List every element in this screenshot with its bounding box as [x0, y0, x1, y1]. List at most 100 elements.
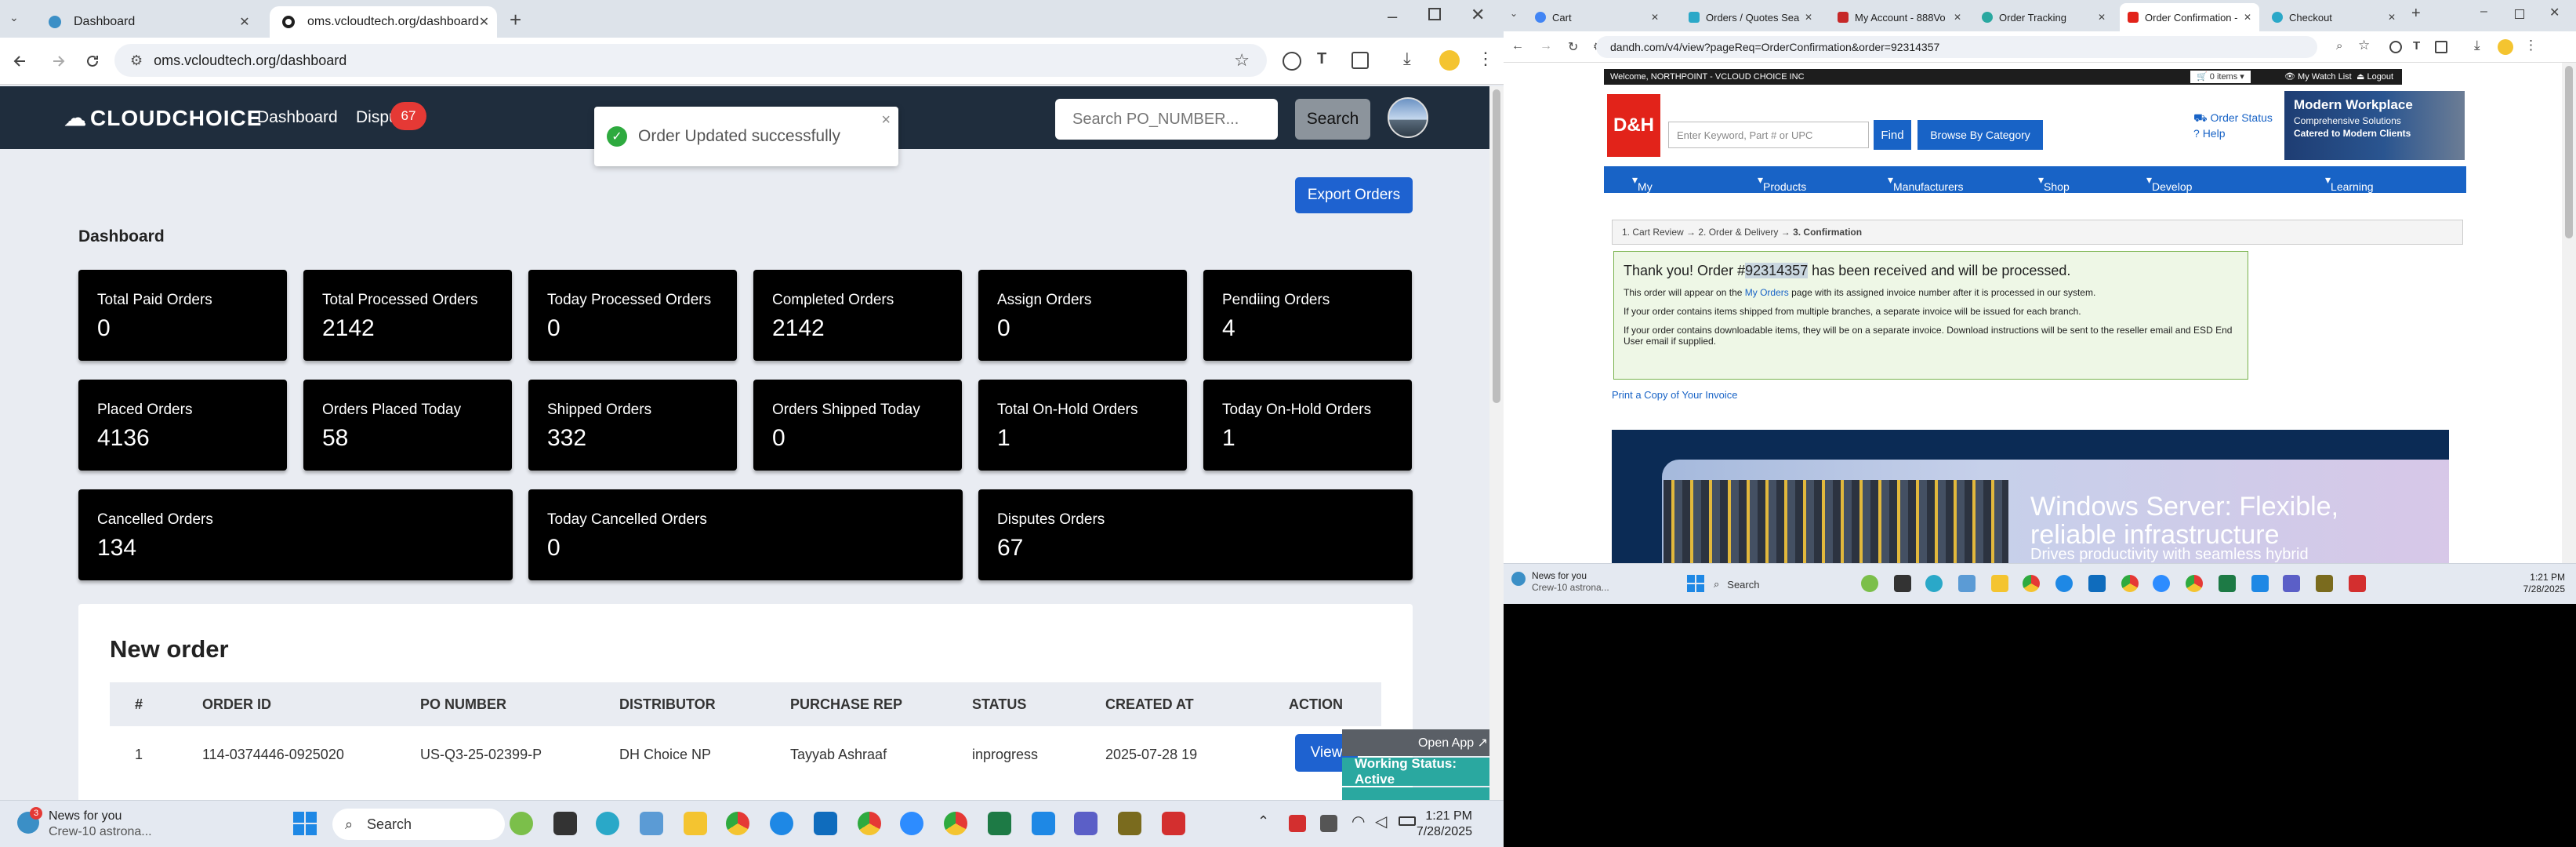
search-button[interactable]: Search: [1295, 99, 1370, 140]
find-button[interactable]: Find: [1874, 120, 1911, 150]
wifi-icon[interactable]: ◠: [1351, 812, 1365, 831]
scrollbar-thumb[interactable]: [1493, 89, 1500, 403]
clock[interactable]: 1:21 PM 7/28/2025: [2523, 572, 2565, 595]
maximize-icon[interactable]: [1428, 8, 1441, 20]
menu-icon[interactable]: ⋮: [1477, 49, 1494, 69]
minimize-icon[interactable]: –: [2480, 5, 2487, 19]
menu-shop-by[interactable]: ▾ Shop By...: [2038, 173, 2070, 205]
puzzle-icon[interactable]: [2435, 41, 2447, 53]
menu-manufacturers[interactable]: ▾ Manufacturers: [1888, 173, 1964, 193]
close-icon[interactable]: ✕: [1954, 12, 1961, 23]
stat-card[interactable]: Shipped Orders 332: [528, 380, 737, 471]
profile-icon[interactable]: [2498, 39, 2513, 55]
acrobat-icon[interactable]: [2349, 575, 2366, 592]
news-widget[interactable]: News for you Crew-10 astrona...: [1511, 570, 1609, 594]
download-icon[interactable]: ⤓: [2474, 38, 2480, 53]
clock[interactable]: 1:21 PM 7/28/2025: [1417, 809, 1472, 840]
chrome-icon[interactable]: [726, 812, 749, 835]
snipping-icon[interactable]: [2251, 575, 2269, 592]
promo-banner[interactable]: Modern Workplace Comprehensive Solutions…: [2284, 91, 2465, 160]
snipping-icon[interactable]: [1032, 812, 1055, 835]
close-icon[interactable]: ✕: [2244, 12, 2251, 23]
close-icon[interactable]: ✕: [2388, 12, 2396, 23]
url-field[interactable]: dandh.com/v4/view?pageReq=OrderConfirmat…: [1596, 36, 2317, 58]
stat-card[interactable]: Placed Orders 4136: [78, 380, 287, 471]
help-link[interactable]: ? Help: [2193, 125, 2273, 141]
windows-start-icon[interactable]: [1687, 575, 1704, 592]
stat-card[interactable]: Orders Shipped Today 0: [753, 380, 962, 471]
edge-icon[interactable]: [2055, 575, 2073, 592]
chrome-profile-icon[interactable]: [2121, 575, 2139, 592]
copilot-icon[interactable]: [1925, 575, 1943, 592]
page-scrollbar[interactable]: [1489, 86, 1504, 808]
forward-icon[interactable]: [47, 50, 69, 72]
folder-icon[interactable]: [1991, 575, 2008, 592]
minimize-icon[interactable]: –: [1388, 6, 1397, 27]
menu-develop[interactable]: ▾ Develop Your Business: [2146, 173, 2197, 218]
page-scrollbar[interactable]: [2562, 63, 2576, 565]
scrollbar-thumb[interactable]: [2565, 66, 2573, 238]
tab-dashboard-active[interactable]: oms.vcloudtech.org/dashboard ✕: [270, 6, 497, 38]
zoom-icon[interactable]: ⌕: [2336, 39, 2342, 53]
stat-card[interactable]: Completed Orders 2142: [753, 270, 962, 361]
plant-icon[interactable]: [1861, 575, 1878, 592]
app-icon[interactable]: [2316, 575, 2333, 592]
order-status-link[interactable]: ⛟ Order Status: [2193, 110, 2273, 125]
stat-card[interactable]: Pendiing Orders 4: [1203, 270, 1412, 361]
stat-card[interactable]: Today Processed Orders 0: [528, 270, 737, 361]
stat-card[interactable]: Today Cancelled Orders 0: [528, 489, 963, 580]
export-orders-button[interactable]: Export Orders: [1295, 177, 1413, 213]
po-search-input[interactable]: [1055, 99, 1278, 140]
tab-dashboard[interactable]: Dashboard ✕: [36, 6, 263, 38]
dh-logo[interactable]: D&H: [1607, 94, 1660, 157]
cart-link[interactable]: 🛒 0 items ▾: [2190, 71, 2251, 83]
new-tab-icon[interactable]: +: [510, 8, 521, 32]
forward-icon[interactable]: →: [1540, 39, 1552, 53]
teams-icon[interactable]: [1074, 812, 1098, 835]
close-icon[interactable]: ✕: [1805, 12, 1812, 23]
tab-checkout[interactable]: Checkout ✕: [2264, 3, 2404, 31]
calculator-icon[interactable]: [640, 812, 663, 835]
print-invoice-link[interactable]: Print a Copy of Your Invoice: [1612, 389, 1737, 401]
reading-icon[interactable]: T: [2413, 39, 2420, 53]
puzzle-icon[interactable]: [1351, 52, 1369, 69]
news-widget[interactable]: 3 News for you Crew-10 astrona...: [17, 807, 152, 840]
app-icon[interactable]: [1118, 812, 1141, 835]
chrome-profile-icon[interactable]: [858, 812, 881, 835]
tab-cart[interactable]: Cart ✕: [1527, 3, 1667, 31]
close-window-icon[interactable]: ✕: [1471, 5, 1485, 25]
logout-link[interactable]: ⏏ Logout: [2356, 71, 2393, 82]
menu-learning[interactable]: ▾ Learning & Training: [2325, 173, 2374, 218]
excel-icon[interactable]: [2219, 575, 2236, 592]
chevron-up-icon[interactable]: ⌃: [1257, 813, 1269, 830]
chrome-alt-icon[interactable]: [944, 812, 967, 835]
close-window-icon[interactable]: ✕: [2549, 5, 2560, 20]
bookmark-star-icon[interactable]: ☆: [1234, 50, 1250, 71]
tab-orders[interactable]: Orders / Quotes Sea ✕: [1681, 3, 1820, 31]
acrobat-icon[interactable]: [1162, 812, 1185, 835]
teams-icon[interactable]: [2283, 575, 2300, 592]
zoom-icon[interactable]: [900, 812, 923, 835]
extensions-icon[interactable]: [1283, 52, 1301, 71]
edge-icon[interactable]: [770, 812, 793, 835]
copilot-icon[interactable]: [596, 812, 619, 835]
back-icon[interactable]: ←: [1511, 39, 1524, 53]
outlook-icon[interactable]: [814, 812, 837, 835]
maximize-icon[interactable]: [2515, 9, 2524, 19]
stat-card[interactable]: Cancelled Orders 134: [78, 489, 513, 580]
calculator-icon[interactable]: [1958, 575, 1976, 592]
dh-search-input[interactable]: Enter Keyword, Part # or UPC: [1668, 122, 1869, 148]
tab-order-confirmation[interactable]: Order Confirmation - ✕: [2120, 3, 2259, 31]
windows-start-icon[interactable]: [293, 812, 317, 835]
tab-tracking[interactable]: Order Tracking ✕: [1974, 3, 2113, 31]
download-icon[interactable]: ⤓: [1403, 49, 1411, 69]
chrome-alt-icon[interactable]: [2186, 575, 2203, 592]
close-icon[interactable]: ✕: [1651, 12, 1659, 23]
tab-search-icon[interactable]: ⌄: [1510, 8, 1518, 19]
new-tab-icon[interactable]: +: [2411, 5, 2421, 23]
profile-icon[interactable]: [1439, 50, 1460, 71]
folder-icon[interactable]: [684, 812, 707, 835]
excel-icon[interactable]: [988, 812, 1011, 835]
taskbar-search[interactable]: ⌕ Search: [332, 809, 505, 840]
menu-my-dh[interactable]: ▾ My D&H: [1632, 173, 1661, 205]
